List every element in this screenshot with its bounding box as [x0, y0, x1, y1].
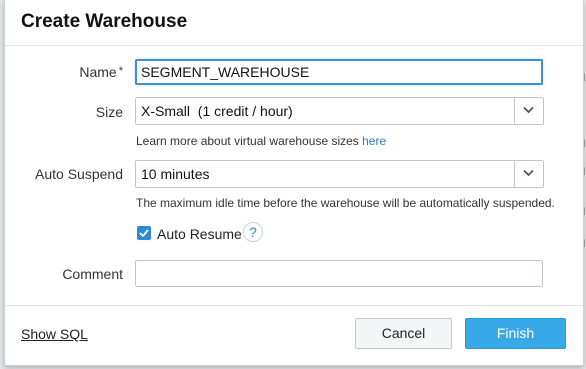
create-warehouse-dialog: Create Warehouse Name* Size X-Small (1 c…	[4, 0, 584, 366]
dialog-title: Create Warehouse	[21, 11, 188, 32]
name-input[interactable]	[135, 59, 543, 85]
name-label: Name *	[79, 64, 123, 80]
finish-button[interactable]: Finish	[465, 318, 566, 349]
show-sql-link[interactable]: Show SQL	[21, 326, 88, 342]
auto-resume-checkbox[interactable]	[137, 226, 151, 240]
size-hint-text: Learn more about virtual warehouse sizes	[136, 134, 363, 148]
size-dropdown-button[interactable]	[514, 98, 543, 124]
auto-resume-label[interactable]: Auto Resume	[157, 226, 242, 242]
size-label: Size	[95, 104, 123, 120]
checkmark-icon	[139, 229, 149, 237]
auto-suspend-select[interactable]: 10 minutes	[135, 160, 544, 188]
cancel-button[interactable]: Cancel	[355, 318, 452, 349]
comment-input[interactable]	[135, 260, 543, 287]
chevron-down-icon	[523, 169, 534, 177]
help-icon[interactable]: ?	[243, 222, 263, 242]
header-divider	[5, 45, 583, 46]
name-label-text: Name	[79, 64, 117, 80]
auto-suspend-label: Auto Suspend	[35, 166, 123, 182]
size-select-value: X-Small (1 credit / hour)	[141, 103, 293, 119]
size-hint: Learn more about virtual warehouse sizes…	[136, 134, 386, 148]
size-select[interactable]: X-Small (1 credit / hour)	[135, 97, 544, 125]
auto-suspend-hint: The maximum idle time before the warehou…	[136, 196, 555, 210]
auto-suspend-dropdown-button[interactable]	[514, 161, 543, 187]
chevron-down-icon	[523, 106, 534, 114]
size-help-link[interactable]: here	[362, 134, 386, 148]
required-mark: *	[118, 65, 123, 77]
footer-divider	[5, 305, 583, 306]
comment-label: Comment	[62, 266, 123, 282]
auto-suspend-select-value: 10 minutes	[141, 166, 210, 182]
